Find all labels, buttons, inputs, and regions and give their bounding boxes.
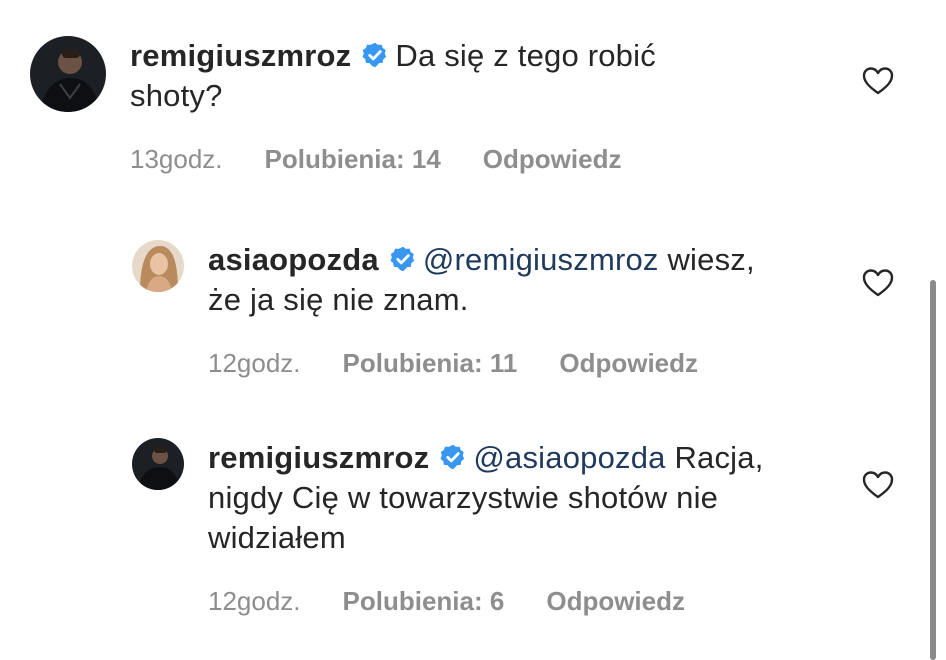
avatar[interactable] xyxy=(132,438,184,490)
timestamp: 12godz. xyxy=(208,586,301,616)
likes-count[interactable]: Polubienia: 14 xyxy=(265,144,441,175)
comment-text: remigiuszmroz Da się z tego robić shoty? xyxy=(130,36,656,116)
timestamp: 13godz. xyxy=(130,144,223,174)
username[interactable]: remigiuszmroz xyxy=(208,440,429,475)
comment-text-line: wiesz, xyxy=(667,242,755,277)
comment-body: asiaopozda @remigiuszmroz wiesz, że ja si… xyxy=(208,240,755,379)
comment-body: remigiuszmroz Da się z tego robić shoty? … xyxy=(130,36,656,175)
comment-text-line: widziałem xyxy=(208,520,346,555)
avatar[interactable] xyxy=(30,36,106,112)
mention-link[interactable]: @asiaopozda xyxy=(473,440,665,475)
reply-comment: remigiuszmroz @asiaopozda Racja, nigdy Ci… xyxy=(132,438,764,617)
comment-meta: 12godz. Polubienia: 6 Odpowiedz xyxy=(208,586,764,617)
comment-text-line: Da się z tego robić xyxy=(395,38,656,73)
likes-count[interactable]: Polubienia: 11 xyxy=(343,348,518,379)
comment: remigiuszmroz Da się z tego robić shoty? … xyxy=(30,36,656,175)
avatar[interactable] xyxy=(132,240,184,292)
username[interactable]: asiaopozda xyxy=(208,242,379,277)
scrollbar[interactable] xyxy=(930,280,936,660)
comment-text-line: Racja, xyxy=(674,440,764,475)
heart-icon[interactable] xyxy=(862,66,894,96)
mention-link[interactable]: @remigiuszmroz xyxy=(423,242,659,277)
comment-meta: 13godz. Polubienia: 14 Odpowiedz xyxy=(130,144,656,175)
heart-icon[interactable] xyxy=(862,268,894,298)
reply-button[interactable]: Odpowiedz xyxy=(483,144,622,175)
reply-button[interactable]: Odpowiedz xyxy=(546,586,685,617)
verified-badge-icon xyxy=(390,246,414,272)
comment-text-line: nigdy Cię w towarzystwie shotów nie xyxy=(208,480,719,515)
comment-text-line: że ja się nie znam. xyxy=(208,282,469,317)
reply-button[interactable]: Odpowiedz xyxy=(559,348,698,379)
comment-text-line: shoty? xyxy=(130,78,223,113)
comment-body: remigiuszmroz @asiaopozda Racja, nigdy Ci… xyxy=(208,438,764,617)
comment-text: remigiuszmroz @asiaopozda Racja, nigdy Ci… xyxy=(208,438,764,558)
comment-meta: 12godz. Polubienia: 11 Odpowiedz xyxy=(208,348,755,379)
heart-icon[interactable] xyxy=(862,470,894,500)
likes-count[interactable]: Polubienia: 6 xyxy=(343,586,505,617)
verified-badge-icon xyxy=(440,444,465,470)
username[interactable]: remigiuszmroz xyxy=(130,38,351,73)
timestamp: 12godz. xyxy=(208,348,301,378)
reply-comment: asiaopozda @remigiuszmroz wiesz, że ja si… xyxy=(132,240,755,379)
comment-text: asiaopozda @remigiuszmroz wiesz, że ja si… xyxy=(208,240,755,320)
verified-badge-icon xyxy=(362,42,387,68)
